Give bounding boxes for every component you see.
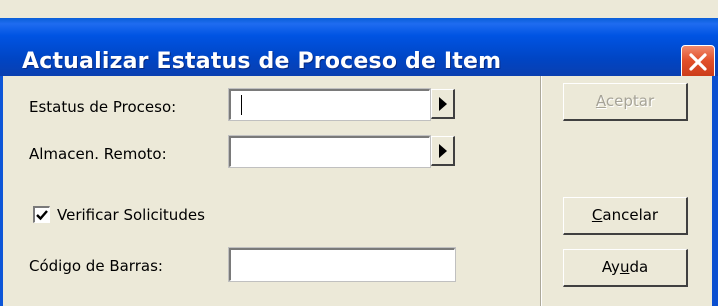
remote-warehouse-label: Almacen. Remoto: <box>29 145 167 163</box>
remote-warehouse-picker-button[interactable] <box>431 136 455 166</box>
close-icon <box>689 53 707 71</box>
cancel-button[interactable]: Cancelar <box>563 197 688 235</box>
barcode-label: Código de Barras: <box>29 257 163 275</box>
verify-requests-label[interactable]: Verificar Solicitudes <box>57 206 205 224</box>
accept-button[interactable]: Aceptar <box>563 83 688 121</box>
close-button[interactable] <box>681 45 715 79</box>
verify-requests-checkbox[interactable] <box>33 206 50 223</box>
status-field[interactable] <box>228 88 431 121</box>
accept-label-accel: A <box>595 92 606 110</box>
title-bar[interactable]: Actualizar Estatus de Proceso de Item <box>0 18 718 79</box>
cancel-label-rest: ancelar <box>602 206 659 224</box>
status-picker-button[interactable] <box>431 89 455 119</box>
help-button[interactable]: Ayuda <box>563 249 688 287</box>
window-frame-right <box>712 76 718 306</box>
panel-divider <box>540 76 541 306</box>
status-label: Estatus de Proceso: <box>29 98 177 116</box>
cancel-label-accel: C <box>591 206 603 224</box>
text-caret <box>241 95 242 115</box>
triangle-right-icon <box>439 144 447 158</box>
help-label-rest: da <box>629 258 649 276</box>
window-title: Actualizar Estatus de Proceso de Item <box>22 49 502 74</box>
remote-warehouse-field[interactable] <box>228 135 431 168</box>
dialog-window: Actualizar Estatus de Proceso de Item Es… <box>0 0 718 306</box>
accept-label-rest: ceptar <box>605 92 655 110</box>
triangle-right-icon <box>439 97 447 111</box>
help-label-prefix: Ay <box>601 258 620 276</box>
checkmark-icon <box>36 210 48 221</box>
barcode-field[interactable] <box>228 247 456 282</box>
